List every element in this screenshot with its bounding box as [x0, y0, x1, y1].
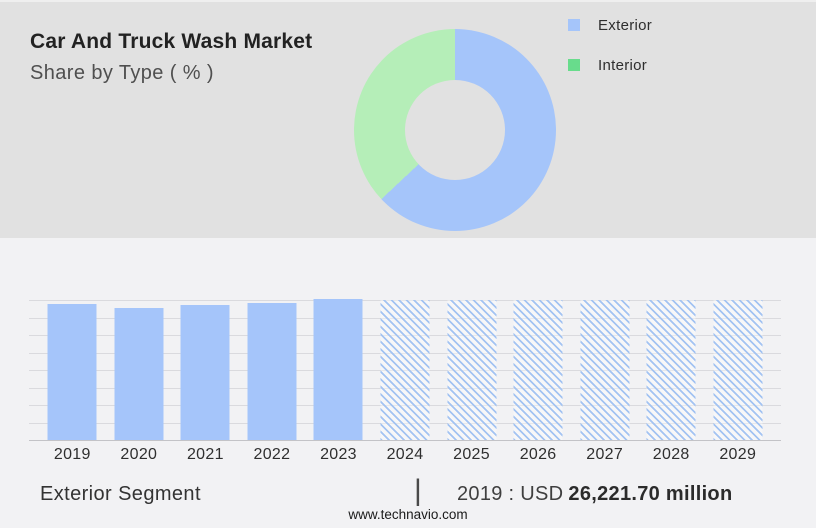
- x-tick-label-2020: 2020: [120, 446, 158, 463]
- page-subtitle: Share by Type ( % ): [30, 62, 214, 84]
- infographic: Car And Truck Wash Market Share by Type …: [0, 0, 816, 528]
- forecast-bar-2024: [380, 300, 430, 440]
- page-title: Car And Truck Wash Market: [30, 30, 313, 53]
- x-tick-label-2023: 2023: [320, 446, 357, 463]
- forecast-bar-2025: [447, 300, 497, 440]
- x-tick-label-2022: 2022: [253, 446, 291, 463]
- bar-slot-2029: [704, 300, 771, 440]
- bar-slot-2021: [172, 300, 239, 440]
- donut-chart: [354, 29, 556, 231]
- bar-2019: [47, 303, 97, 440]
- bar-slots: [29, 299, 781, 440]
- header: Car And Truck Wash Market Share by Type …: [30, 30, 312, 85]
- bar-chart-plot: [29, 299, 781, 441]
- x-axis-labels: 2019 2020 2021 2022 2023 2024 2025 2026 2027 2028…: [29, 446, 781, 464]
- forecast-bar-2026: [513, 300, 563, 440]
- legend-label: Interior: [598, 56, 648, 74]
- top-panel: Car And Truck Wash Market Share by Type …: [0, 0, 816, 238]
- bar-slot-2020: [106, 300, 173, 440]
- x-tick-label-2024: 2024: [386, 446, 424, 463]
- x-tick-label-2026: 2026: [519, 446, 557, 463]
- bar-2023: [313, 299, 363, 440]
- x-axis-line: [29, 440, 781, 441]
- legend-label: Exterior: [598, 16, 653, 34]
- value-prefix: 2019 : USD: [457, 483, 564, 505]
- x-tick-label-2027: 2027: [586, 446, 624, 463]
- website-url: www.technavio.com: [348, 507, 468, 522]
- value-amount: 26,221.70 million: [568, 483, 733, 505]
- forecast-bar-2028: [646, 300, 696, 440]
- bar-slot-2022: [239, 300, 306, 440]
- bar-2021: [180, 305, 230, 440]
- legend-swatch-icon: [568, 19, 580, 31]
- bar-slot-2023: [305, 299, 372, 440]
- segment-label: Exterior Segment: [40, 483, 201, 505]
- x-tick-label-2029: 2029: [719, 446, 757, 463]
- footer-divider: |: [414, 474, 422, 507]
- bar-slot-2028: [638, 300, 705, 440]
- bar-2022: [247, 303, 297, 440]
- forecast-bar-2027: [580, 300, 630, 440]
- x-tick-label-2019: 2019: [53, 446, 91, 463]
- legend-swatch-icon: [568, 59, 580, 71]
- footer-value: 2019 : USD 26,221.70 million: [457, 483, 732, 506]
- bar-slot-2027: [571, 300, 638, 440]
- legend-item-interior: Interior: [568, 56, 652, 74]
- bar-2020: [114, 307, 164, 440]
- legend: Exterior Interior: [568, 16, 652, 96]
- x-tick-label-2025: 2025: [453, 446, 490, 463]
- bar-slot-2025: [438, 300, 505, 440]
- bar-slot-2026: [505, 300, 572, 440]
- x-tick-label-2028: 2028: [652, 446, 690, 463]
- donut-hole: [405, 80, 505, 180]
- forecast-bar-2029: [713, 300, 763, 440]
- bar-slot-2024: [372, 300, 439, 440]
- bar-slot-2019: [39, 300, 106, 440]
- legend-item-exterior: Exterior: [568, 16, 652, 34]
- x-tick-label-2021: 2021: [186, 446, 224, 463]
